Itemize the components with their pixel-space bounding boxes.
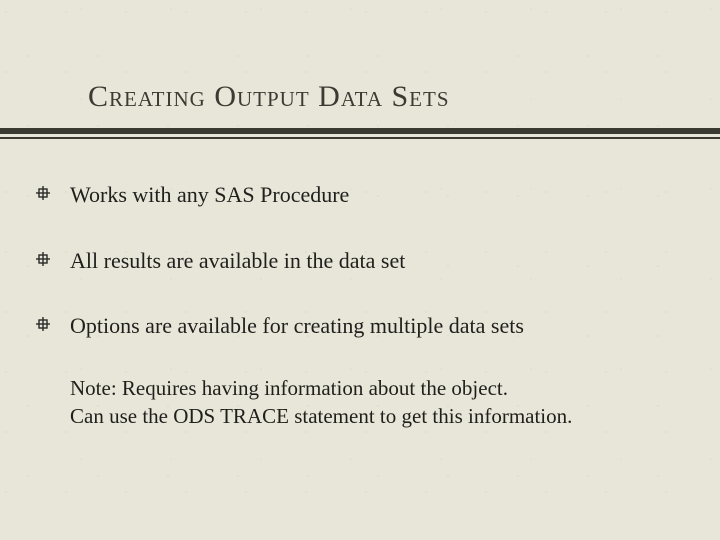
list-item: Options are available for creating multi… xyxy=(30,312,690,340)
slide-body: Works with any SAS Procedure All results… xyxy=(30,181,690,430)
bullet-text: Works with any SAS Procedure xyxy=(70,182,349,207)
list-item: Works with any SAS Procedure xyxy=(30,181,690,209)
slide: Creating Output Data Sets Works with any… xyxy=(0,0,720,540)
bullet-icon xyxy=(36,252,50,266)
note-line: Can use the ODS TRACE statement to get t… xyxy=(70,402,670,430)
bullet-text: All results are available in the data se… xyxy=(70,248,405,273)
list-item: All results are available in the data se… xyxy=(30,247,690,275)
title-rule xyxy=(0,128,720,139)
bullet-icon xyxy=(36,186,50,200)
slide-title: Creating Output Data Sets xyxy=(88,80,690,114)
bullet-list: Works with any SAS Procedure All results… xyxy=(30,181,690,340)
note-block: Note: Requires having information about … xyxy=(70,374,670,431)
note-line: Note: Requires having information about … xyxy=(70,374,670,402)
bullet-icon xyxy=(36,317,50,331)
bullet-text: Options are available for creating multi… xyxy=(70,313,524,338)
